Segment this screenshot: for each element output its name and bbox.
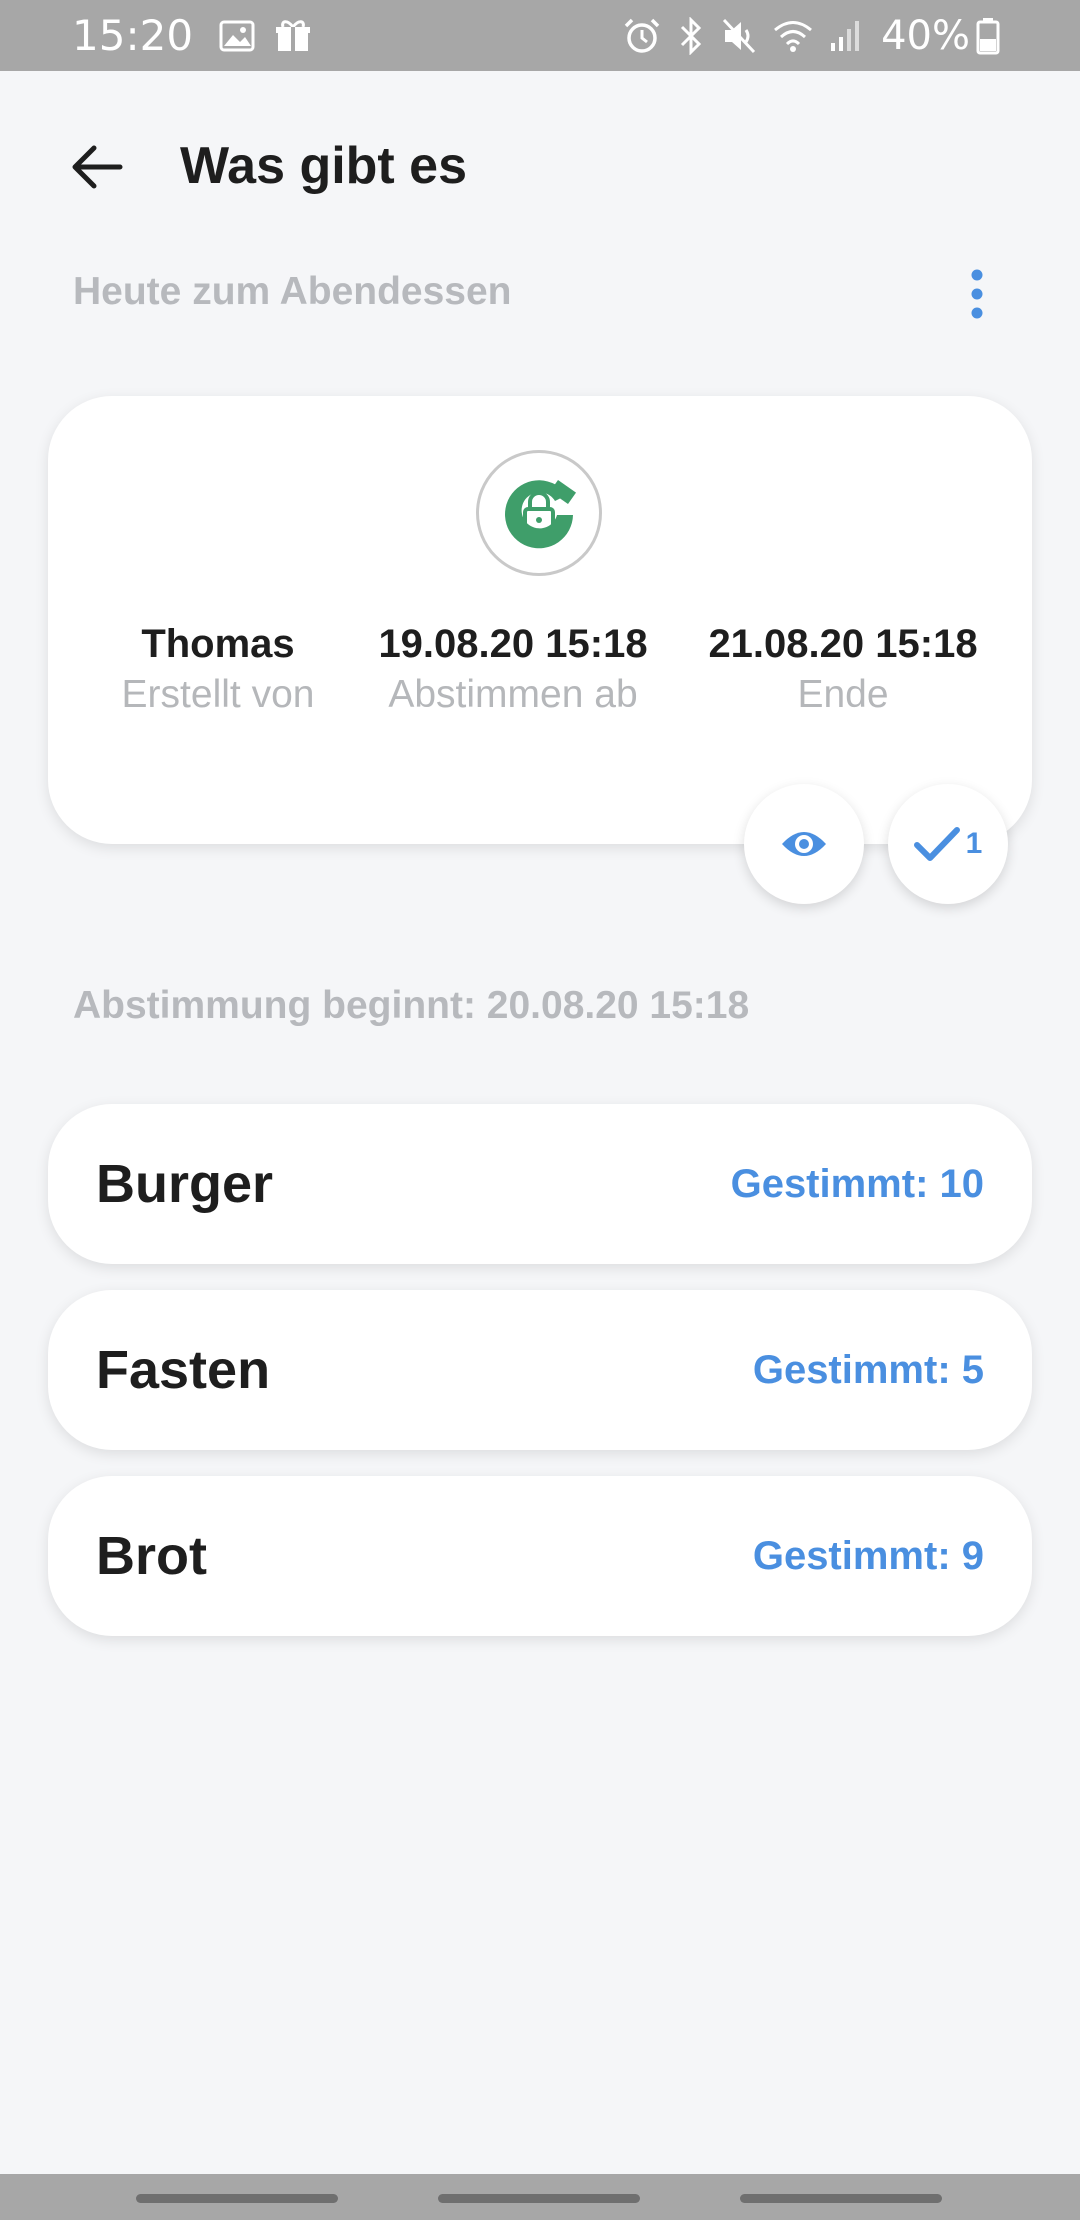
vote-begin-text: Abstimmung beginnt: 20.08.20 15:18 bbox=[73, 984, 750, 1027]
option-votes: Gestimmt: 5 bbox=[752, 1347, 984, 1392]
battery-percent: 40% bbox=[881, 12, 970, 59]
status-bar-left: 15:20 bbox=[72, 11, 331, 60]
mute-icon bbox=[721, 17, 757, 55]
back-arrow-icon bbox=[72, 145, 123, 189]
nav-recent-button[interactable] bbox=[136, 2194, 338, 2203]
check-icon bbox=[913, 827, 960, 861]
more-vertical-icon bbox=[971, 269, 983, 319]
gift-icon bbox=[275, 19, 311, 53]
creator-info: Thomas Erstellt von bbox=[88, 622, 348, 717]
poll-info-card: Thomas Erstellt von 19.08.20 15:18 Absti… bbox=[48, 396, 1032, 844]
option-name: Burger bbox=[96, 1154, 274, 1214]
alarm-icon bbox=[623, 17, 661, 55]
back-button[interactable] bbox=[62, 132, 132, 202]
battery-icon bbox=[976, 17, 1000, 55]
status-bar-right: 40% bbox=[623, 13, 1016, 59]
page-title: Was gibt es bbox=[180, 137, 468, 195]
bluetooth-icon bbox=[677, 16, 705, 55]
status-bar: 15:20 40% bbox=[0, 0, 1080, 71]
option-item[interactable]: Fasten Gestimmt: 5 bbox=[48, 1290, 1032, 1450]
lock-icon bbox=[505, 479, 577, 549]
option-item[interactable]: Burger Gestimmt: 10 bbox=[48, 1104, 1032, 1264]
option-votes: Gestimmt: 10 bbox=[730, 1161, 984, 1206]
signal-icon bbox=[829, 19, 861, 53]
top-bar: Was gibt es bbox=[0, 110, 1080, 220]
option-name: Brot bbox=[96, 1526, 207, 1586]
nav-back-button[interactable] bbox=[740, 2194, 942, 2203]
option-item[interactable]: Brot Gestimmt: 9 bbox=[48, 1476, 1032, 1636]
eye-icon bbox=[782, 832, 826, 856]
end-date: 21.08.20 15:18 bbox=[708, 622, 978, 666]
votes-count: 1 bbox=[965, 827, 983, 860]
nav-home-button[interactable] bbox=[438, 2194, 640, 2203]
poll-subtitle: Heute zum Abendessen bbox=[73, 270, 512, 313]
vote-start-label: Abstimmen ab bbox=[388, 673, 638, 716]
vote-start-info: 19.08.20 15:18 Abstimmen ab bbox=[348, 622, 678, 717]
option-votes: Gestimmt: 9 bbox=[752, 1533, 984, 1578]
votes-button[interactable]: 1 bbox=[888, 784, 1008, 904]
creator-label: Erstellt von bbox=[121, 673, 315, 716]
creator-name: Thomas bbox=[141, 622, 295, 666]
status-time: 15:20 bbox=[72, 11, 194, 60]
vote-start-date: 19.08.20 15:18 bbox=[378, 622, 648, 666]
option-name: Fasten bbox=[96, 1340, 271, 1400]
system-nav-bar bbox=[0, 2174, 1080, 2220]
more-options-button[interactable] bbox=[955, 262, 999, 326]
poll-status-badge bbox=[476, 450, 602, 576]
end-label: Ende bbox=[797, 673, 889, 716]
view-button[interactable] bbox=[744, 784, 864, 904]
end-info: 21.08.20 15:18 Ende bbox=[678, 622, 1008, 717]
image-icon bbox=[219, 20, 255, 52]
wifi-icon bbox=[773, 19, 813, 53]
